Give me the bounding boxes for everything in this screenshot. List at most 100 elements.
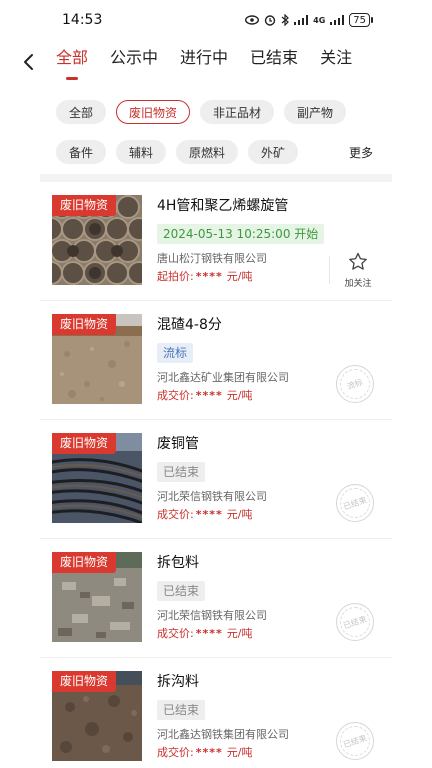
category-tag: 废旧物资 (52, 552, 117, 573)
item-title: 拆包料 (157, 555, 199, 571)
company-name: 河北鑫达矿业集团有限公司 (157, 371, 289, 384)
item-image: 废旧物资 (52, 671, 142, 761)
price-label: 成交价: (157, 746, 194, 759)
result-stamp: 已结束 (336, 722, 374, 760)
filter-chip-auxiliary[interactable]: 辅料 (116, 140, 167, 164)
list-item[interactable]: 废旧物资 拆沟料 已结束 河北鑫达钢铁集团有限公司 成交价: **** 元/吨 已结… (40, 658, 392, 768)
top-nav: 全部 公示中 进行中 已结束 关注 (0, 40, 432, 84)
price-line: 成交价: **** 元/吨 (157, 745, 347, 761)
follow-label: 加关注 (344, 279, 372, 289)
price-line: 成交价: **** 元/吨 (157, 388, 347, 404)
price-value: **** (195, 389, 223, 402)
category-tag: 废旧物资 (52, 314, 117, 335)
tab-all[interactable]: 全部 (56, 40, 88, 84)
bluetooth-icon (281, 14, 290, 26)
price-value: **** (195, 746, 223, 759)
filter-chip-all[interactable]: 全部 (56, 100, 107, 124)
item-info: 废铜管 已结束 河北荣信钢铁有限公司 成交价: **** 元/吨 (157, 434, 347, 523)
price-unit: 元/吨 (226, 627, 253, 640)
section-divider (40, 174, 392, 182)
price-value: **** (195, 627, 223, 640)
chevron-left-icon (24, 54, 33, 70)
filter-row: 备件 辅料 原燃料 外矿 更多 (56, 136, 386, 168)
status-icons: 4G 75 (245, 13, 373, 27)
company-name: 河北荣信钢铁有限公司 (157, 490, 267, 503)
price-line: 成交价: **** 元/吨 (157, 626, 347, 642)
company-name: 河北荣信钢铁有限公司 (157, 609, 267, 622)
item-info: 拆包料 已结束 河北荣信钢铁有限公司 成交价: **** 元/吨 (157, 553, 347, 642)
filter-chip-scrap[interactable]: 废旧物资 (116, 100, 191, 124)
category-tag: 废旧物资 (52, 671, 117, 692)
price-label: 成交价: (157, 508, 194, 521)
filter-chip-spare-parts[interactable]: 备件 (56, 140, 107, 164)
result-stamp: 流标 (336, 365, 374, 403)
category-tag: 废旧物资 (52, 195, 117, 216)
stamp-text: 已结束 (342, 614, 368, 630)
price-unit: 元/吨 (226, 389, 253, 402)
stamp-text: 流标 (346, 377, 364, 391)
stamp-text: 已结束 (342, 733, 368, 749)
item-image: 废旧物资 (52, 433, 142, 523)
price-label: 成交价: (157, 627, 194, 640)
signal-icon-2 (330, 15, 345, 25)
star-icon (349, 252, 367, 270)
back-button[interactable] (0, 40, 56, 84)
item-image: 废旧物资 (52, 314, 142, 404)
status-badge: 已结束 (157, 700, 206, 720)
filter-chip-foreign-ore[interactable]: 外矿 (248, 140, 299, 164)
company-name: 唐山松汀钢铁有限公司 (157, 252, 267, 265)
category-filters: 全部 废旧物资 非正品材 副产物 备件 辅料 原燃料 外矿 更多 (56, 96, 386, 176)
price-line: 起拍价: **** 元/吨 (157, 269, 347, 285)
item-title: 废铜管 (157, 436, 199, 452)
item-title: 4H管和聚乙烯螺旋管 (157, 198, 289, 214)
filter-chip-byproduct[interactable]: 副产物 (284, 100, 347, 124)
list-item[interactable]: 废旧物资 混碴4-8分 流标 河北鑫达矿业集团有限公司 成交价: **** 元/吨 … (40, 301, 392, 420)
status-badge: 已结束 (157, 462, 206, 482)
auction-list: 废旧物资 4H管和聚乙烯螺旋管 2024-05-13 10:25:00 开始 唐… (40, 182, 392, 768)
stamp-text: 已结束 (342, 495, 368, 511)
status-bar: 14:53 4G 75 (0, 0, 432, 40)
item-info: 混碴4-8分 流标 河北鑫达矿业集团有限公司 成交价: **** 元/吨 (157, 315, 347, 404)
divider (329, 256, 330, 284)
tab-publicizing[interactable]: 公示中 (110, 40, 158, 84)
price-label: 成交价: (157, 389, 194, 402)
signal-icon (294, 15, 309, 25)
price-label: 起拍价: (157, 270, 194, 283)
tab-followed[interactable]: 关注 (320, 40, 352, 84)
price-value: **** (195, 508, 223, 521)
company-name: 河北鑫达钢铁集团有限公司 (157, 728, 289, 741)
result-stamp: 已结束 (336, 484, 374, 522)
price-value: **** (195, 270, 223, 283)
alarm-icon (264, 14, 276, 26)
item-info: 拆沟料 已结束 河北鑫达钢铁集团有限公司 成交价: **** 元/吨 (157, 672, 347, 761)
status-badge: 流标 (157, 343, 194, 363)
status-time: 14:53 (62, 12, 103, 28)
item-image: 废旧物资 (52, 552, 142, 642)
eye-icon (245, 15, 260, 25)
price-unit: 元/吨 (226, 746, 253, 759)
battery-indicator: 75 (349, 13, 373, 27)
tab-ended[interactable]: 已结束 (250, 40, 298, 84)
list-item[interactable]: 废旧物资 废铜管 已结束 河北荣信钢铁有限公司 成交价: **** 元/吨 已结束 (40, 420, 392, 539)
list-item[interactable]: 废旧物资 4H管和聚乙烯螺旋管 2024-05-13 10:25:00 开始 唐… (40, 182, 392, 301)
price-unit: 元/吨 (226, 508, 253, 521)
filter-chip-nonstandard[interactable]: 非正品材 (200, 100, 275, 124)
filter-row: 全部 废旧物资 非正品材 副产物 (56, 96, 386, 128)
network-type-label: 4G (313, 15, 326, 25)
result-stamp: 已结束 (336, 603, 374, 641)
item-info: 4H管和聚乙烯螺旋管 2024-05-13 10:25:00 开始 唐山松汀钢铁… (157, 196, 347, 285)
price-line: 成交价: **** 元/吨 (157, 507, 347, 523)
status-badge: 2024-05-13 10:25:00 开始 (157, 224, 325, 244)
item-title: 混碴4-8分 (157, 317, 222, 333)
filter-chip-raw-fuel[interactable]: 原燃料 (176, 140, 239, 164)
follow-button[interactable]: 加关注 (338, 252, 378, 289)
price-unit: 元/吨 (226, 270, 253, 283)
tab-in-progress[interactable]: 进行中 (180, 40, 228, 84)
category-tag: 废旧物资 (52, 433, 117, 454)
status-badge: 已结束 (157, 581, 206, 601)
list-item[interactable]: 废旧物资 拆包料 已结束 河北荣信钢铁有限公司 成交价: **** 元/吨 已结束 (40, 539, 392, 658)
filter-more-button[interactable]: 更多 (344, 140, 386, 164)
item-image: 废旧物资 (52, 195, 142, 285)
status-tabs: 全部 公示中 进行中 已结束 关注 (56, 40, 374, 84)
item-title: 拆沟料 (157, 674, 199, 690)
